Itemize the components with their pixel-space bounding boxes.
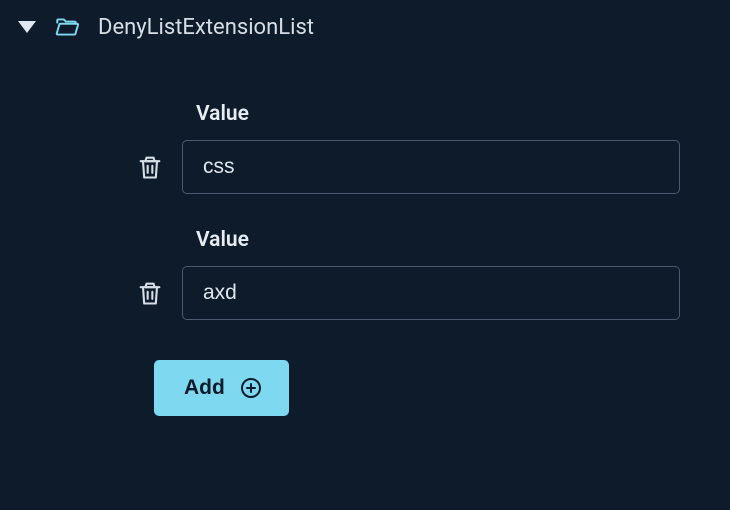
list-item (136, 266, 730, 320)
add-button[interactable]: Add (154, 360, 289, 416)
section-header: DenyListExtensionList (18, 14, 730, 40)
value-input[interactable] (182, 140, 680, 194)
list-item (136, 140, 730, 194)
section-title: DenyListExtensionList (98, 15, 314, 40)
folder-open-icon (54, 14, 80, 40)
value-input[interactable] (182, 266, 680, 320)
value-label: Value (136, 102, 730, 126)
add-button-label: Add (184, 376, 225, 400)
collapse-caret-icon[interactable] (18, 21, 36, 33)
trash-icon[interactable] (136, 153, 164, 181)
plus-circle-icon (239, 376, 263, 400)
items-container: Value Value Add (18, 102, 730, 416)
trash-icon[interactable] (136, 279, 164, 307)
value-label: Value (136, 228, 730, 252)
